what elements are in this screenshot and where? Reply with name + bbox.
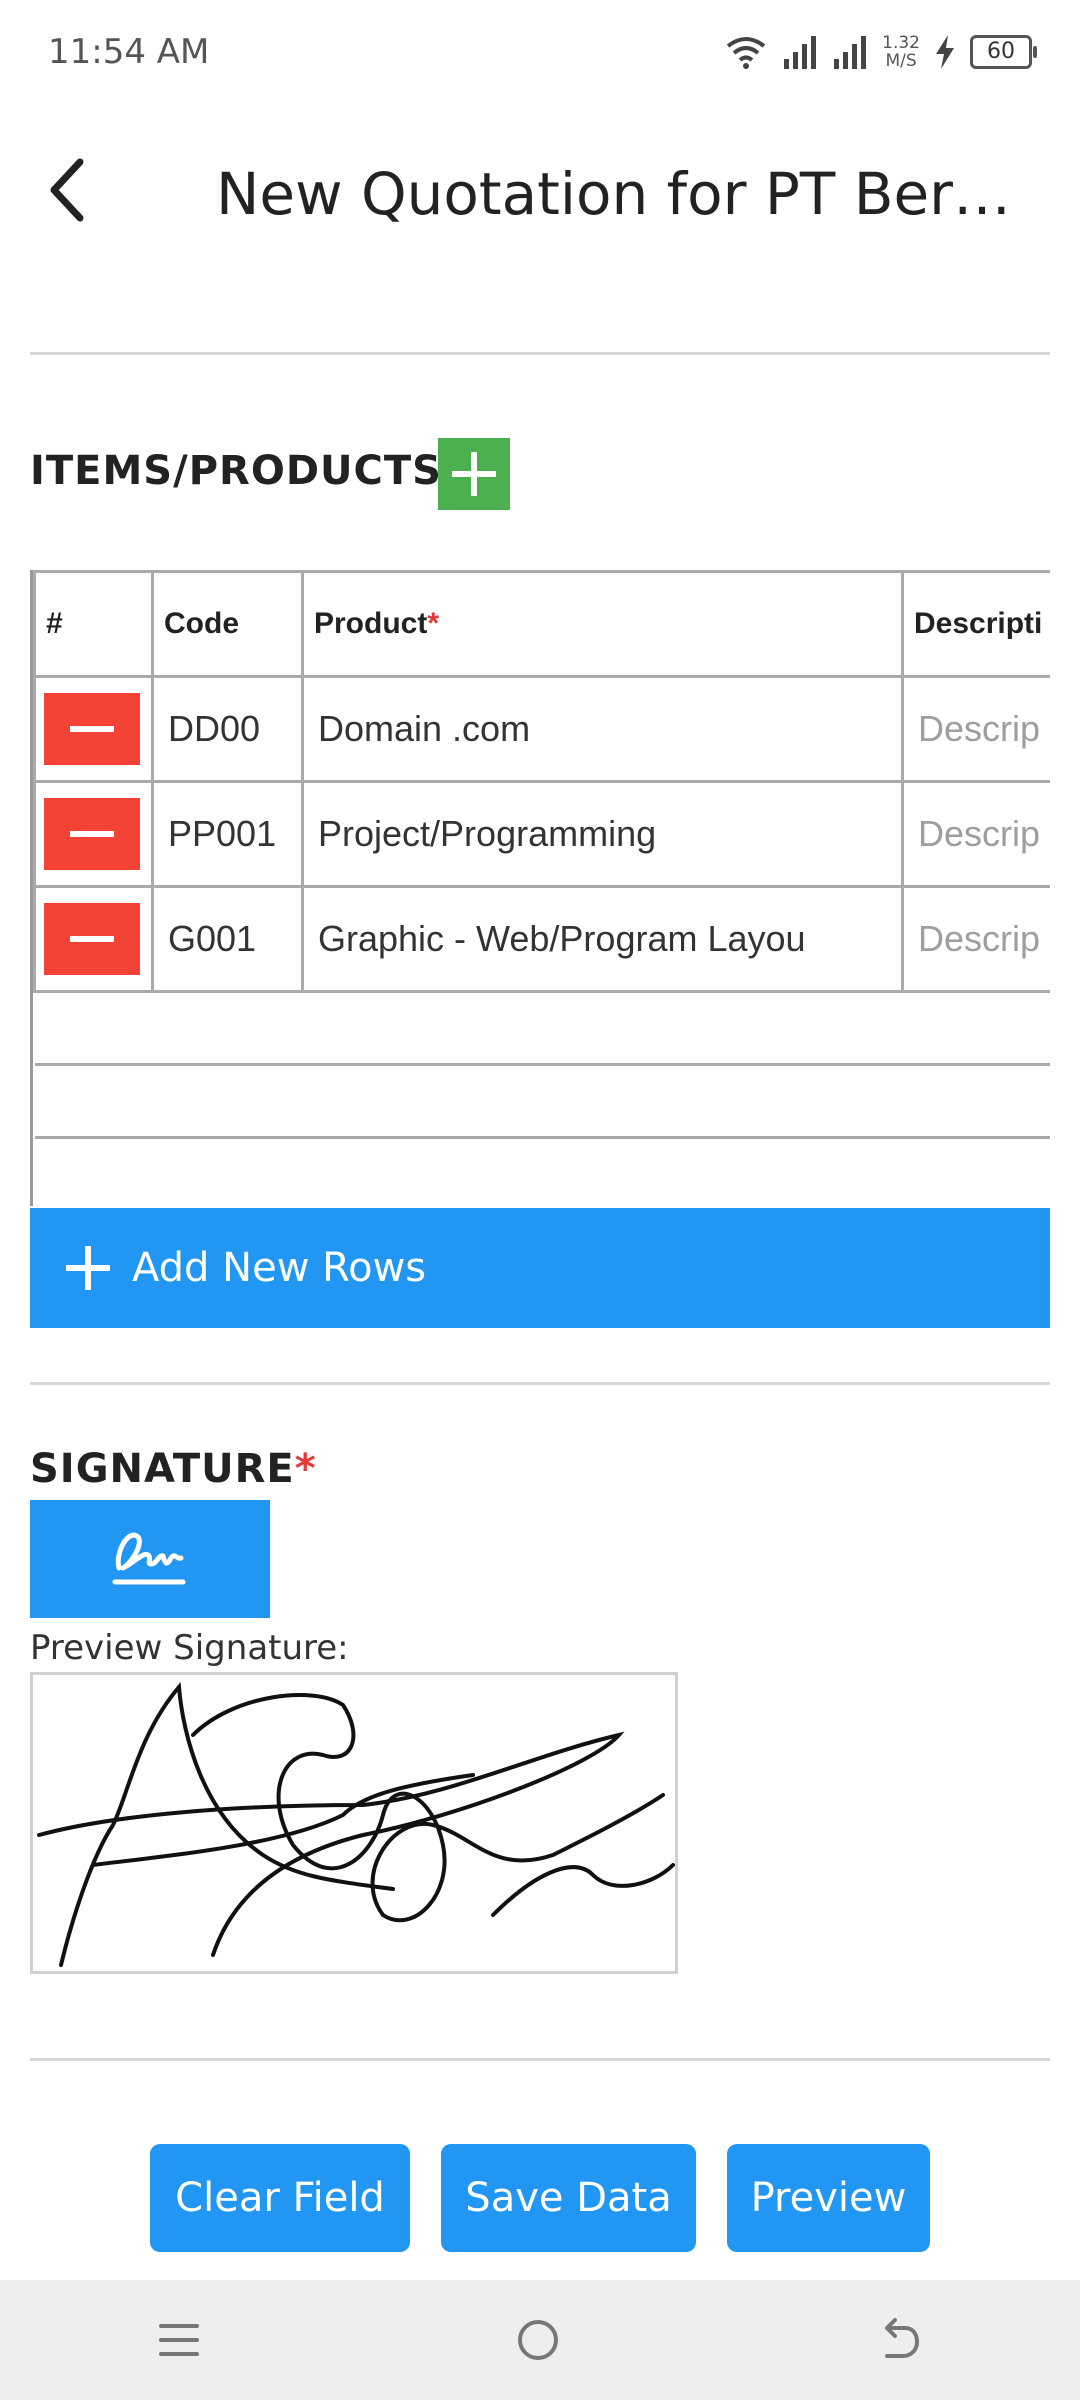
battery-indicator: 60: [970, 35, 1037, 69]
page-title: New Quotation for PT Berka...: [216, 160, 1036, 228]
divider: [30, 352, 1050, 355]
system-navigation-bar: [0, 2280, 1080, 2400]
divider: [30, 2058, 1050, 2061]
remove-row-button[interactable]: [44, 903, 140, 975]
col-header-number: #: [33, 570, 154, 678]
empty-cell: [34, 990, 1050, 1066]
plus-icon: [66, 1246, 110, 1290]
signature-icon: [112, 1532, 186, 1585]
col-header-code: Code: [151, 570, 304, 678]
product-cell[interactable]: Domain .com: [301, 675, 904, 783]
description-field[interactable]: Descrip: [901, 885, 1050, 993]
required-mark: *: [294, 1446, 317, 1492]
remove-cell: [33, 780, 154, 888]
remove-row-button[interactable]: [44, 798, 140, 870]
col-header-product: Product*: [301, 570, 904, 678]
signature-section-title: SIGNATURE*: [30, 1446, 317, 1492]
items-title-text: ITEMS/PRODUCTS: [30, 448, 442, 494]
items-table: # Code Product* Descripti DD00 Domain .c…: [30, 570, 1050, 1206]
divider: [30, 1382, 1050, 1385]
empty-row: [34, 990, 1050, 1066]
handwritten-signature: [37, 1682, 675, 1967]
signature-title-text: SIGNATURE: [30, 1446, 295, 1492]
signature-preview: [30, 1672, 678, 1974]
empty-cell: [34, 1136, 1050, 1206]
col-header-description: Descripti: [901, 570, 1050, 678]
status-icons: 1.32 M/S 60: [724, 30, 1037, 74]
product-cell[interactable]: Project/Programming: [301, 780, 904, 888]
back-button[interactable]: [40, 150, 100, 230]
back-arrow-icon: [50, 158, 84, 222]
add-new-rows-button[interactable]: Add New Rows: [30, 1208, 1050, 1328]
network-speed: 1.32 M/S: [882, 34, 920, 70]
preview-button[interactable]: Preview: [727, 2144, 930, 2252]
menu-icon[interactable]: [157, 2318, 201, 2362]
empty-row: [34, 1063, 1050, 1139]
home-icon[interactable]: [514, 2316, 562, 2364]
table-row: PP001 Project/Programming Descrip: [33, 780, 1050, 888]
signal-icon-1: [784, 36, 817, 69]
code-cell[interactable]: PP001: [151, 780, 304, 888]
table-row: G001 Graphic - Web/Program Layou Descrip: [33, 885, 1050, 993]
signature-button[interactable]: [30, 1500, 270, 1618]
empty-cell: [34, 1063, 1050, 1139]
remove-cell: [33, 885, 154, 993]
clear-field-button[interactable]: Clear Field: [150, 2144, 410, 2252]
save-data-button[interactable]: Save Data: [441, 2144, 696, 2252]
status-time: 11:54 AM: [48, 32, 210, 72]
description-field[interactable]: Descrip: [901, 675, 1050, 783]
required-mark: *: [427, 607, 440, 640]
code-cell[interactable]: G001: [151, 885, 304, 993]
remove-row-button[interactable]: [44, 693, 140, 765]
product-cell[interactable]: Graphic - Web/Program Layou: [301, 885, 904, 993]
items-section-title: ITEMS/PRODUCTS: [30, 448, 442, 494]
add-item-button[interactable]: [438, 438, 510, 510]
signal-icon-2: [834, 36, 867, 69]
add-rows-label: Add New Rows: [132, 1245, 427, 1291]
remove-cell: [33, 675, 154, 783]
col-header-product-text: Product: [314, 607, 428, 640]
empty-row: [34, 1136, 1050, 1206]
speed-value: 1.32: [882, 33, 920, 53]
wifi-icon: [726, 37, 766, 69]
nav-back-icon[interactable]: [875, 2316, 923, 2364]
speed-unit: M/S: [885, 51, 917, 71]
table-row: DD00 Domain .com Descrip: [33, 675, 1050, 783]
table-header-row: # Code Product* Descripti: [33, 570, 1050, 678]
charging-icon: [936, 35, 954, 69]
code-cell[interactable]: DD00: [151, 675, 304, 783]
preview-signature-label: Preview Signature:: [30, 1628, 349, 1668]
description-field[interactable]: Descrip: [901, 780, 1050, 888]
